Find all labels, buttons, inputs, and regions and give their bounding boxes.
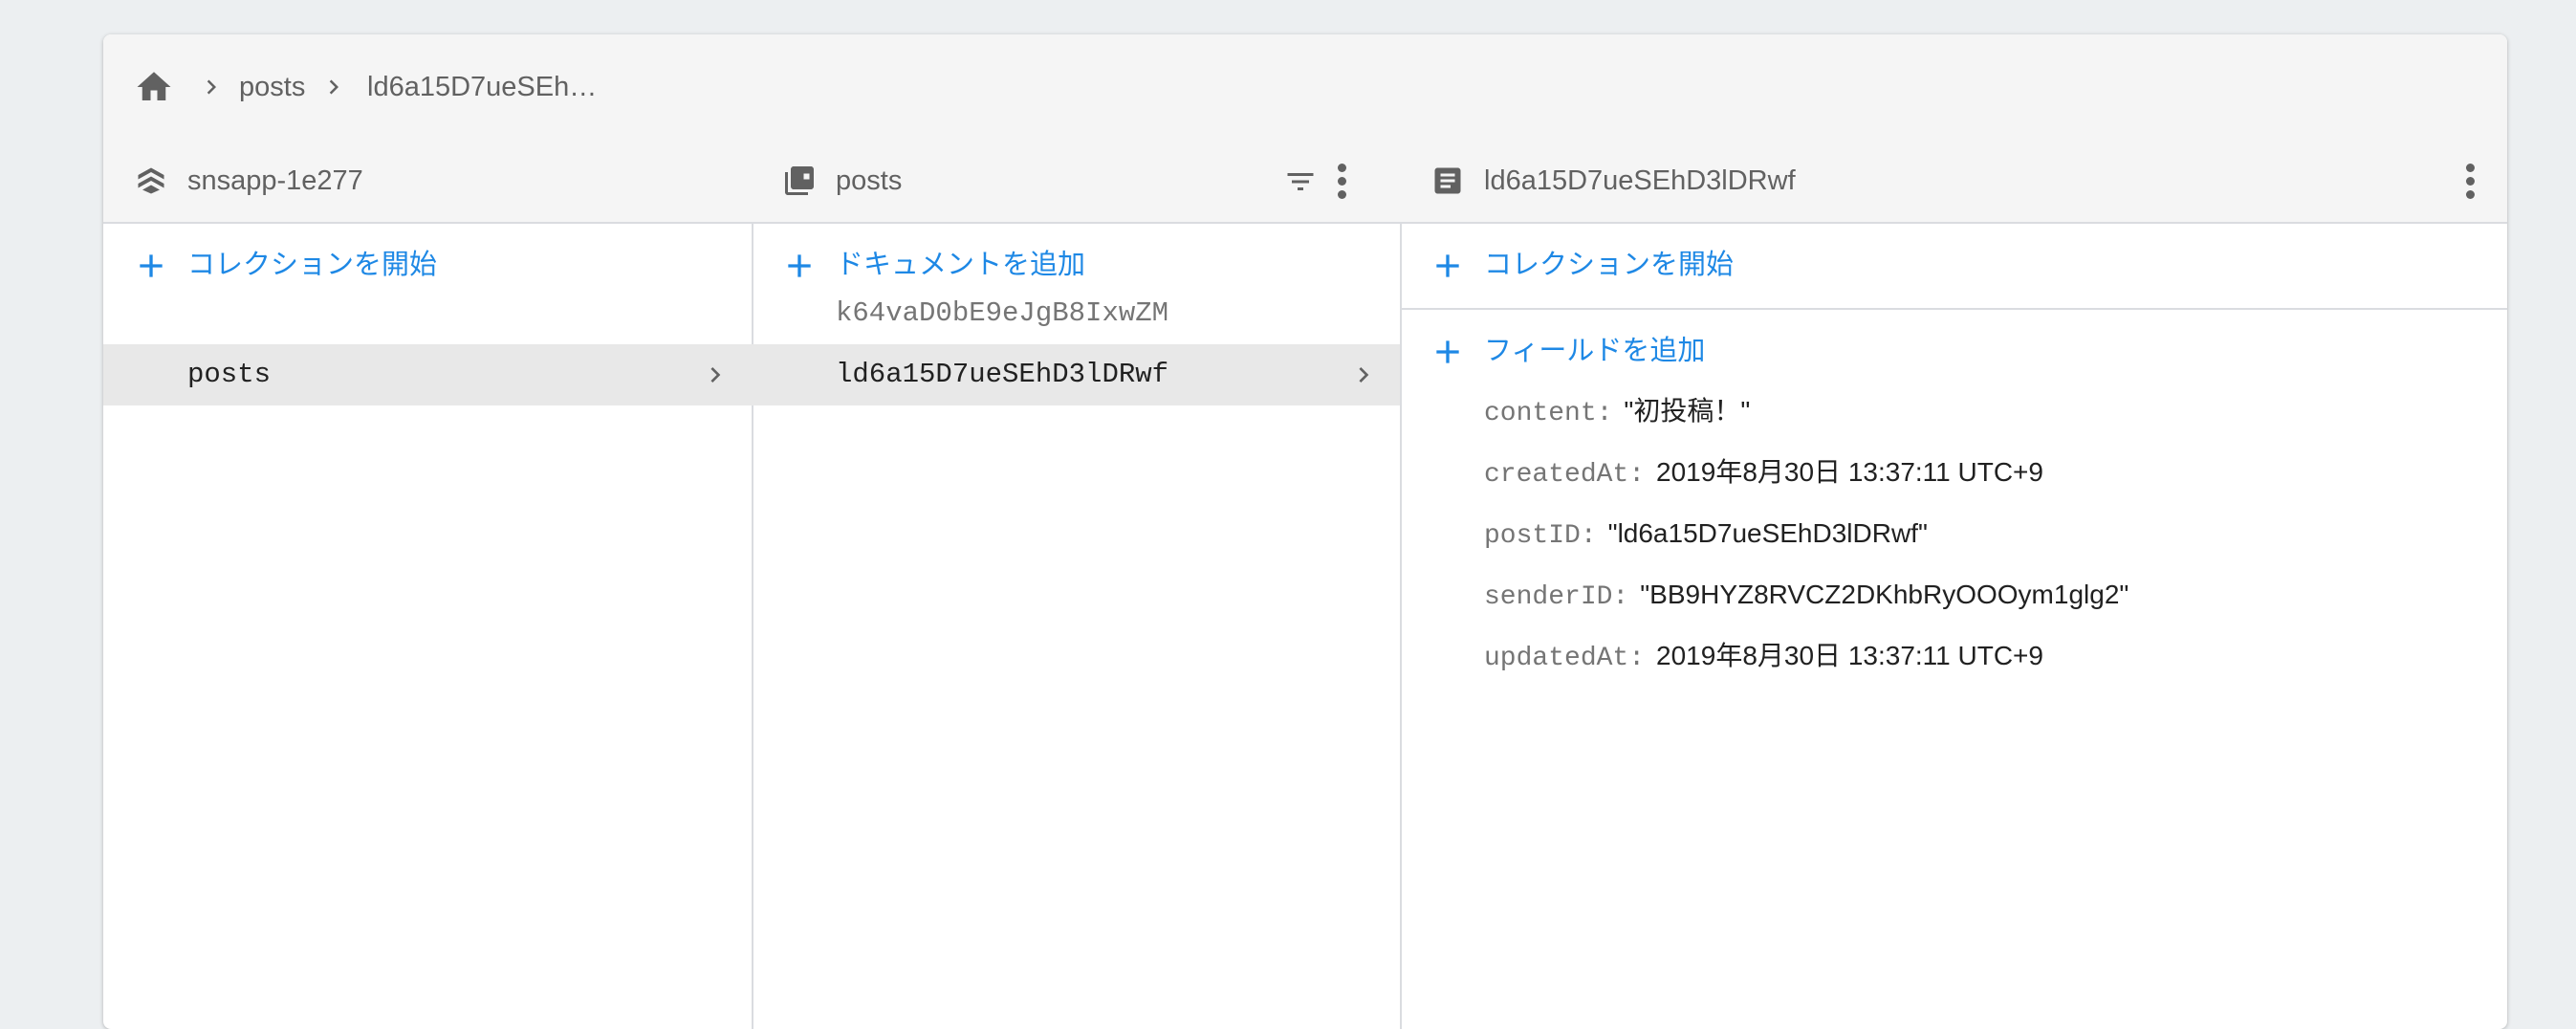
breadcrumb-item-posts[interactable]: posts xyxy=(239,67,305,107)
field-key: senderID: xyxy=(1484,582,1629,612)
add-icon xyxy=(1436,340,1459,363)
field-value: "ld6a15D7ueSEhD3lDRwf" xyxy=(1607,518,1928,548)
field-key: content: xyxy=(1484,399,1613,428)
list-item-posts[interactable]: posts xyxy=(103,344,752,405)
firestore-stack-icon xyxy=(138,167,164,194)
field-value: "初投稿！" xyxy=(1624,396,1751,426)
collection-column: posts ドキュメントを追加 k64vaD0bE9eJgB8IxwZM ld6… xyxy=(752,140,1402,1029)
list-item-document[interactable]: k64vaD0bE9eJgB8IxwZM xyxy=(752,283,1400,344)
add-icon xyxy=(140,254,163,277)
add-field-button[interactable]: フィールドを追加 xyxy=(1400,310,2507,394)
list-item-document-selected[interactable]: ld6a15D7ueSEhD3lDRwf xyxy=(752,344,1400,405)
add-icon xyxy=(1436,254,1459,277)
more-vert-icon[interactable] xyxy=(1335,162,1346,200)
add-document-label: ドキュメントを追加 xyxy=(836,250,1086,280)
field-value: 2019年8月30日 13:37:11 UTC+9 xyxy=(1656,641,2043,670)
filter-icon[interactable] xyxy=(1283,164,1318,199)
field-key: createdAt: xyxy=(1484,460,1646,490)
home-icon[interactable] xyxy=(134,67,174,107)
field-row[interactable]: content: "初投稿！" xyxy=(1484,390,1750,432)
chevron-right-icon xyxy=(1359,367,1369,383)
field-row[interactable]: updatedAt: 2019年8月30日 13:37:11 UTC+9 xyxy=(1484,635,2043,677)
collection-title: posts xyxy=(836,165,903,196)
chevron-right-icon xyxy=(329,79,338,95)
breadcrumb: posts ld6a15D7ueSEh… xyxy=(103,34,2507,142)
project-column: snsapp-1e277 コレクションを開始 posts xyxy=(103,140,753,1029)
field-value: "BB9HYZ8RVCZ2DKhbRyOOOym1glg2" xyxy=(1640,580,2129,609)
chevron-right-icon xyxy=(207,79,216,95)
collection-column-header: posts xyxy=(752,140,1400,224)
list-item-label: ld6a15D7ueSEhD3lDRwf xyxy=(836,359,1169,390)
breadcrumb-item-document[interactable]: ld6a15D7ueSEh… xyxy=(367,67,597,107)
field-row[interactable]: postID: "ld6a15D7ueSEhD3lDRwf" xyxy=(1484,513,1928,555)
add-icon xyxy=(788,254,811,277)
project-title: snsapp-1e277 xyxy=(187,165,363,196)
list-item-label: posts xyxy=(187,359,272,390)
collection-icon xyxy=(785,166,814,195)
field-row[interactable]: senderID: "BB9HYZ8RVCZ2DKhbRyOOOym1glg2" xyxy=(1484,574,2128,616)
start-collection-button[interactable]: コレクションを開始 xyxy=(1400,224,2507,310)
more-vert-icon[interactable] xyxy=(2463,162,2475,200)
add-field-label: フィールドを追加 xyxy=(1484,336,1706,366)
chevron-right-icon xyxy=(710,367,721,383)
start-collection-label: コレクションを開始 xyxy=(187,250,438,280)
list-item-label: k64vaD0bE9eJgB8IxwZM xyxy=(836,297,1169,329)
field-key: postID: xyxy=(1484,521,1597,551)
start-collection-label: コレクションを開始 xyxy=(1484,250,1735,280)
project-column-header: snsapp-1e277 xyxy=(103,140,752,224)
field-key: updatedAt: xyxy=(1484,644,1646,673)
document-title: ld6a15D7ueSEhD3lDRwf xyxy=(1484,165,1796,196)
document-icon xyxy=(1434,167,1461,194)
firestore-data-panel: posts ld6a15D7ueSEh… snsapp-1e277 コレクション… xyxy=(103,34,2507,1029)
document-column: ld6a15D7ueSEhD3lDRwf コレクションを開始 フィールドを追加 … xyxy=(1400,140,2507,1029)
field-value: 2019年8月30日 13:37:11 UTC+9 xyxy=(1656,457,2043,487)
field-row[interactable]: createdAt: 2019年8月30日 13:37:11 UTC+9 xyxy=(1484,451,2043,493)
document-column-header: ld6a15D7ueSEhD3lDRwf xyxy=(1400,140,2507,224)
start-collection-button[interactable]: コレクションを開始 xyxy=(103,224,752,308)
